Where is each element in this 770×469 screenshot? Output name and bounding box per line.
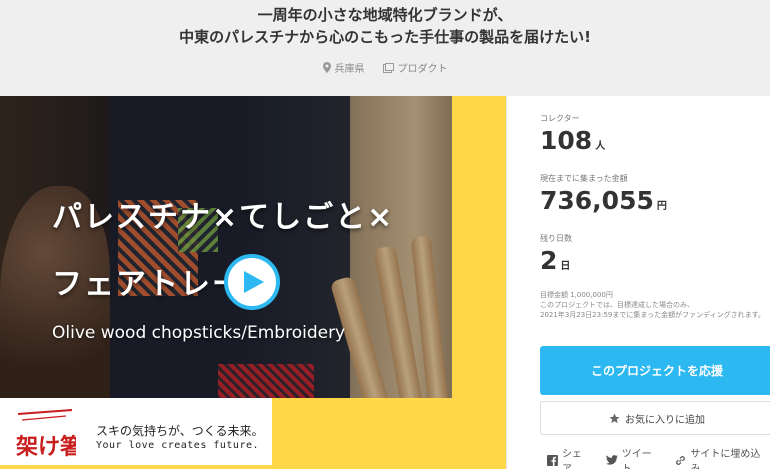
funding-sidebar: コレクター 108 人 現在までに集まった金額 736,055 円 残り日数 2日 … (506, 96, 770, 469)
raised-label: 現在までに集まった金額 (540, 174, 628, 183)
brand-logo-text: 架け箸 (16, 434, 76, 460)
days-unit: 日 (560, 261, 571, 272)
star-icon (609, 412, 620, 423)
play-video-button[interactable] (224, 254, 280, 310)
location-tag[interactable]: 兵庫県 (322, 60, 365, 75)
category-tag[interactable]: プロダクト (382, 60, 448, 75)
goal-amount: 目標金額 1,000,000円 (540, 291, 613, 299)
hero-video-thumbnail[interactable]: パレスチナ×てしごと× フェアトレー Olive wood chopsticks… (0, 96, 452, 398)
location-pin-icon (322, 62, 331, 73)
days-left: 2日 (540, 246, 570, 275)
link-icon (676, 455, 686, 465)
project-header: 一周年の小さな地域特化ブランドが、 中東のパレスチナから心のこもった手仕事の製品… (0, 0, 770, 92)
collectors-count: 108 人 (540, 126, 605, 155)
facebook-share-label: シェア (561, 449, 582, 469)
goal-note-2: 2021年3月23日23:59までに集まった金額がファンディングされます。 (540, 311, 765, 319)
location-label: 兵庫県 (334, 64, 365, 75)
goal-info: 目標金額 1,000,000円 このプロジェクトでは、目標達成した場合のみ、 2… (540, 290, 770, 320)
share-row: シェア ツイート サイトに埋め込み (547, 445, 770, 469)
raised-amount: 736,055 円 (540, 186, 667, 215)
collectors-unit: 人 (595, 141, 606, 152)
days-left-label: 残り日数 (540, 234, 572, 243)
twitter-share-label: ツイート (621, 449, 652, 469)
brand-banner: 架け箸 スキの気持ちが、つくる未来。 Your love creates fut… (0, 398, 272, 465)
facebook-icon (547, 454, 558, 466)
raised-value: 736,055 (540, 186, 654, 215)
project-title-line-1: 一周年の小さな地域特化ブランドが、 (257, 6, 513, 24)
play-icon (244, 271, 264, 293)
days-value: 2 (540, 246, 558, 275)
add-favorite-button[interactable]: お気に入りに追加 (540, 401, 770, 435)
brand-tagline: Your love creates future. (96, 440, 260, 451)
support-project-button[interactable]: このプロジェクトを応援 (540, 346, 770, 395)
category-label: プロダクト (397, 64, 448, 75)
project-hero: パレスチナ×てしごと× フェアトレー Olive wood chopsticks… (0, 96, 506, 469)
twitter-icon (605, 455, 618, 465)
brand-logo: 架け箸 (16, 409, 76, 460)
hero-subline: Olive wood chopsticks/Embroidery (52, 323, 346, 343)
goal-note-1: このプロジェクトでは、目標達成した場合のみ、 (540, 301, 694, 309)
folder-icon (382, 62, 394, 73)
embed-label: サイトに埋め込み (690, 449, 761, 469)
twitter-share-button[interactable]: ツイート (605, 445, 662, 469)
brand-slogan: スキの気持ちが、つくる未来。 (96, 424, 264, 438)
hero-headline-1: パレスチナ×てしごと× (52, 200, 395, 235)
collectors-label: コレクター (540, 114, 580, 123)
project-page: 一周年の小さな地域特化ブランドが、 中東のパレスチナから心のこもった手仕事の製品… (0, 0, 770, 469)
project-meta: 兵庫県 プロダクト (0, 60, 770, 75)
embed-button[interactable]: サイトに埋め込み (675, 445, 770, 469)
facebook-share-button[interactable]: シェア (547, 445, 592, 469)
hero-headline-2: フェアトレー (52, 267, 244, 302)
collectors-value: 108 (540, 126, 593, 155)
raised-unit: 円 (656, 201, 667, 212)
project-title-line-2: 中東のパレスチナから心のこもった手仕事の製品を届けたい! (179, 28, 591, 46)
add-favorite-label: お気に入りに追加 (625, 414, 705, 426)
